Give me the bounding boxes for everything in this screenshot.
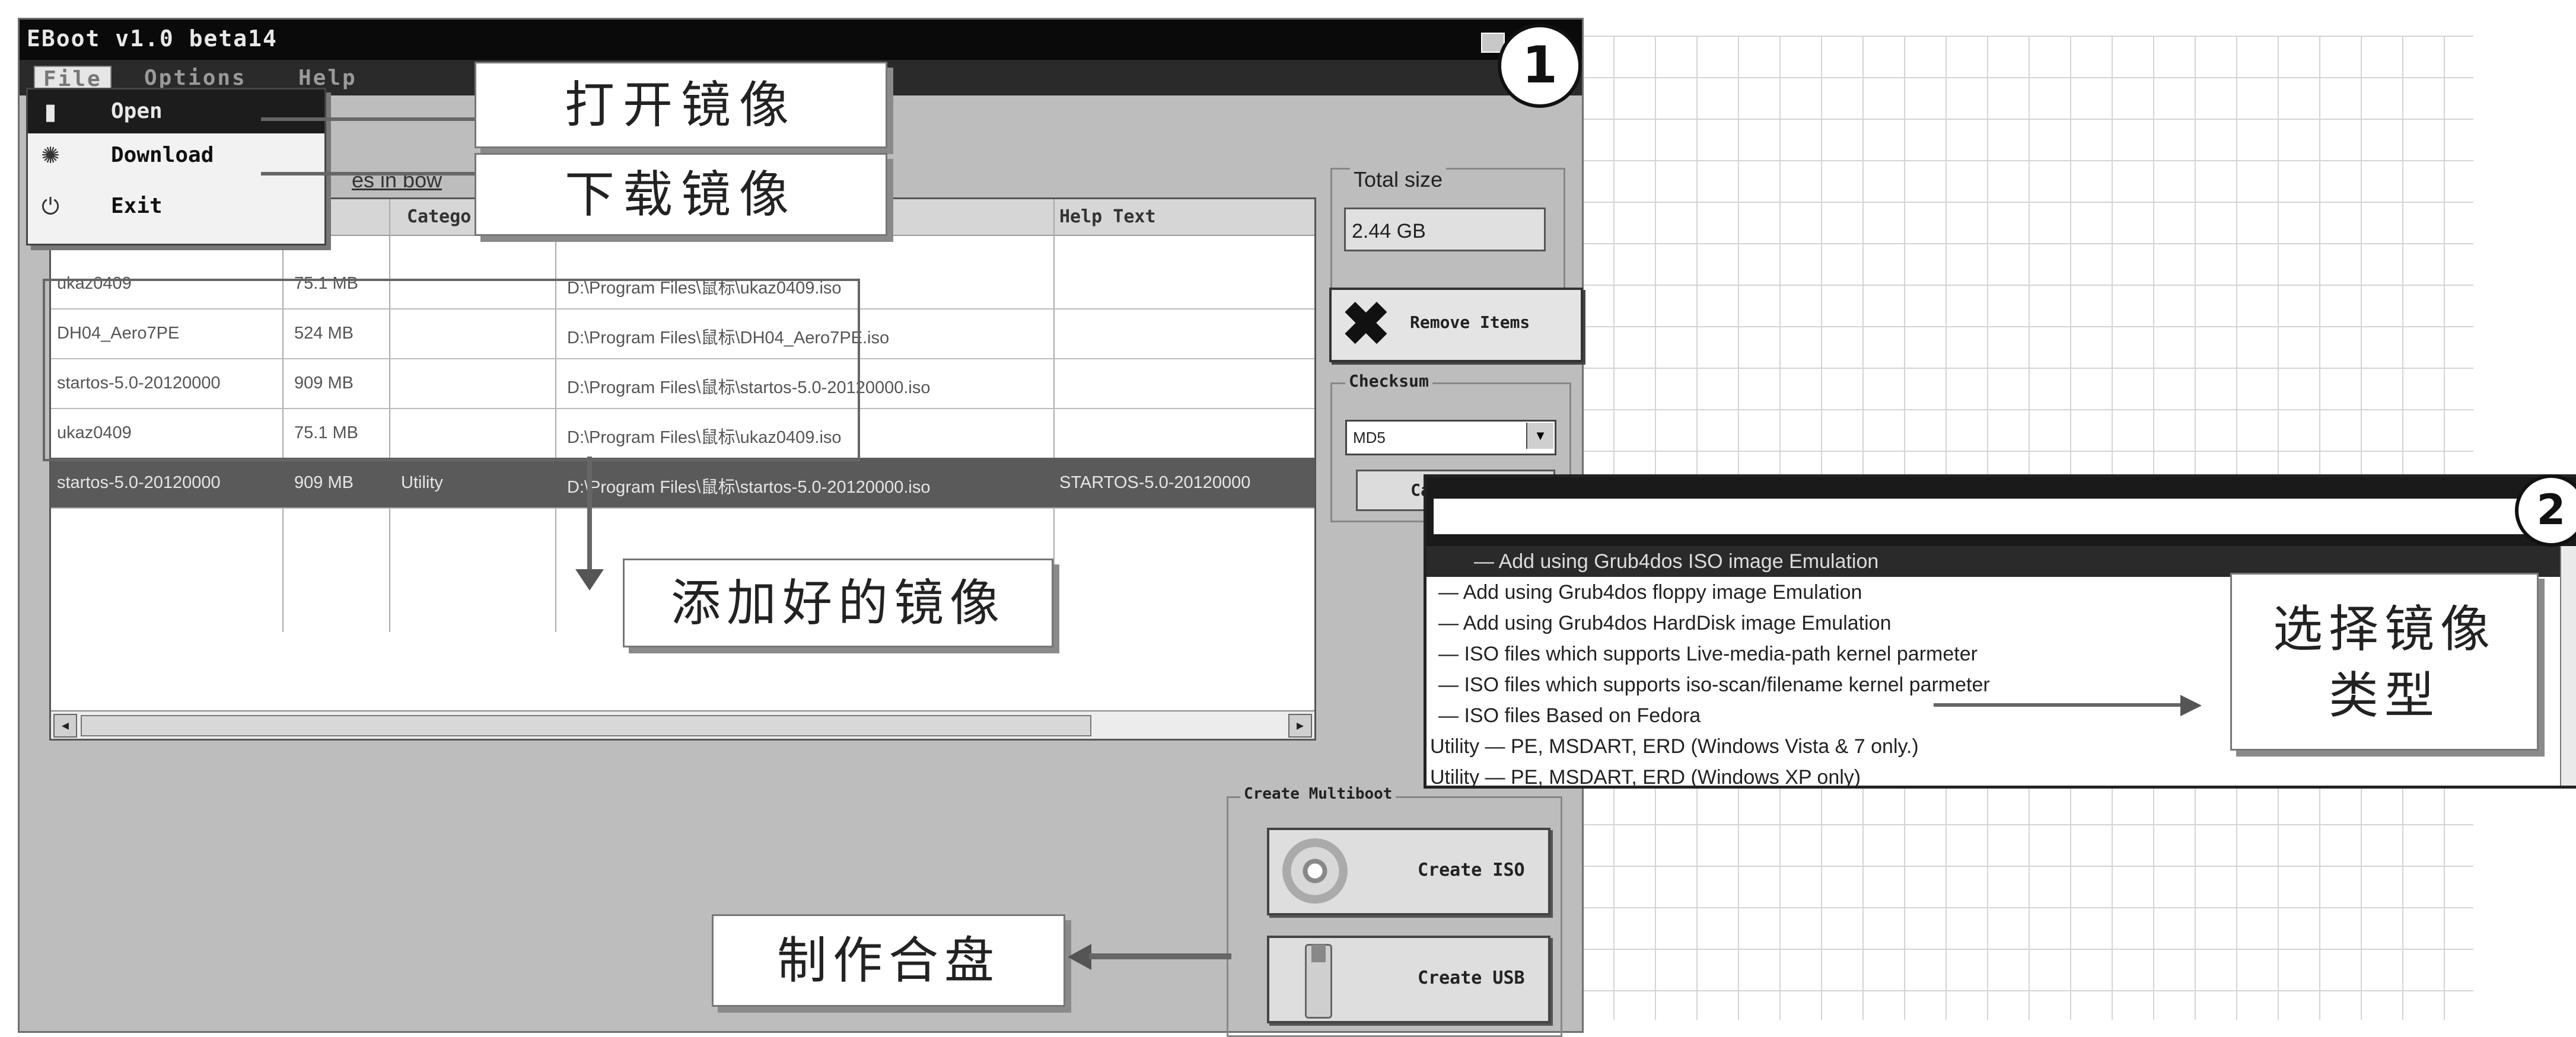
total-size-group: Total size 2.44 GB <box>1330 167 1565 296</box>
chevron-down-icon[interactable]: ▼ <box>1526 423 1553 449</box>
cell-name: startos-5.0-20120000 <box>57 473 221 492</box>
table-row-selected[interactable]: startos-5.0-20120000 909 MB Utility D:\P… <box>51 458 1314 509</box>
checksum-label: Checksum <box>1345 371 1432 391</box>
callout-open-image: 打开镜像 <box>475 62 887 148</box>
callout-type-line1: 选择镜像 <box>2272 600 2496 658</box>
total-size-label: Total size <box>1350 167 1447 192</box>
download-icon: ✺ <box>41 143 60 168</box>
checksum-select[interactable]: MD5 ▼ <box>1345 420 1556 455</box>
remove-items-label: Remove Items <box>1410 312 1530 332</box>
remove-x-icon: ✖ <box>1341 291 1391 358</box>
remove-items-button[interactable]: ✖ Remove Items <box>1329 288 1583 362</box>
column-header-category[interactable]: Catego <box>407 206 471 227</box>
horizontal-scrollbar[interactable]: ◂ ▸ <box>51 710 1314 739</box>
callout-type-line2: 类型 <box>2328 666 2440 725</box>
column-header-help[interactable]: Help Text <box>1059 206 1156 227</box>
file-menu-dropdown: ▮ Open ✺ Download ⏻ Exit <box>26 88 326 245</box>
callout-select-image-type: 选择镜像 类型 <box>2230 573 2539 751</box>
cell-category: Utility <box>401 473 443 492</box>
window-title: EBoot v1.0 beta14 <box>27 25 278 52</box>
create-multiboot-label: Create Multiboot <box>1240 785 1396 803</box>
usb-icon <box>1305 944 1332 1019</box>
arrow-left-icon <box>1068 944 1091 970</box>
menu-item-exit-label: Exit <box>111 194 163 218</box>
checksum-selected: MD5 <box>1353 429 1386 446</box>
menu-item-download[interactable]: ✺ Download <box>28 133 324 177</box>
connector-line <box>261 117 475 121</box>
list-item[interactable]: Utility — PE, MSDART, ERD (Windows XP on… <box>1426 762 2576 793</box>
arrow-right-icon <box>2180 695 2202 716</box>
callout-added-image: 添加好的镜像 <box>623 559 1053 647</box>
menu-item-download-label: Download <box>111 143 214 167</box>
arrow-down-icon <box>575 569 604 591</box>
callout-make-disc: 制作合盘 <box>712 914 1065 1007</box>
selection-highlight <box>43 279 860 461</box>
step-1-marker: 1 <box>1498 24 1582 108</box>
menu-item-open[interactable]: ▮ Open <box>28 90 324 133</box>
create-usb-label: Create USB <box>1418 968 1525 988</box>
power-icon: ⏻ <box>41 194 60 219</box>
title-bar: EBoot v1.0 beta14 <box>20 20 1582 60</box>
connector-line <box>261 172 475 176</box>
total-size-value: 2.44 GB <box>1344 208 1546 251</box>
create-iso-button[interactable]: Create ISO <box>1267 828 1550 915</box>
menu-help[interactable]: Help <box>298 66 357 90</box>
create-usb-button[interactable]: Create USB <box>1267 936 1550 1023</box>
connector-line <box>1934 703 2183 707</box>
cell-help: STARTOS-5.0-20120000 <box>1059 473 1251 492</box>
callout-download-image: 下载镜像 <box>475 153 887 236</box>
menu-item-open-label: Open <box>111 99 163 123</box>
folder-icon: ▮ <box>44 100 57 125</box>
menu-item-exit[interactable]: ⏻ Exit <box>28 184 324 228</box>
scroll-left-icon[interactable]: ◂ <box>53 714 77 738</box>
create-iso-label: Create ISO <box>1418 860 1525 880</box>
disc-icon <box>1282 838 1348 904</box>
popup-header <box>1426 477 2576 546</box>
create-multiboot-group: Create Multiboot Create ISO Create USB <box>1227 785 1562 1037</box>
vertical-scrollbar[interactable] <box>2560 546 2576 786</box>
popup-combo-field[interactable] <box>1434 499 2537 534</box>
connector-line <box>1089 953 1231 959</box>
menu-options[interactable]: Options <box>144 66 247 90</box>
connector-line <box>587 457 592 575</box>
cell-size: 909 MB <box>294 473 354 492</box>
scroll-right-icon[interactable]: ▸ <box>1288 714 1312 738</box>
cell-path: D:\Program Files\鼠标\startos-5.0-20120000… <box>567 478 931 497</box>
scroll-thumb[interactable] <box>81 715 1091 736</box>
